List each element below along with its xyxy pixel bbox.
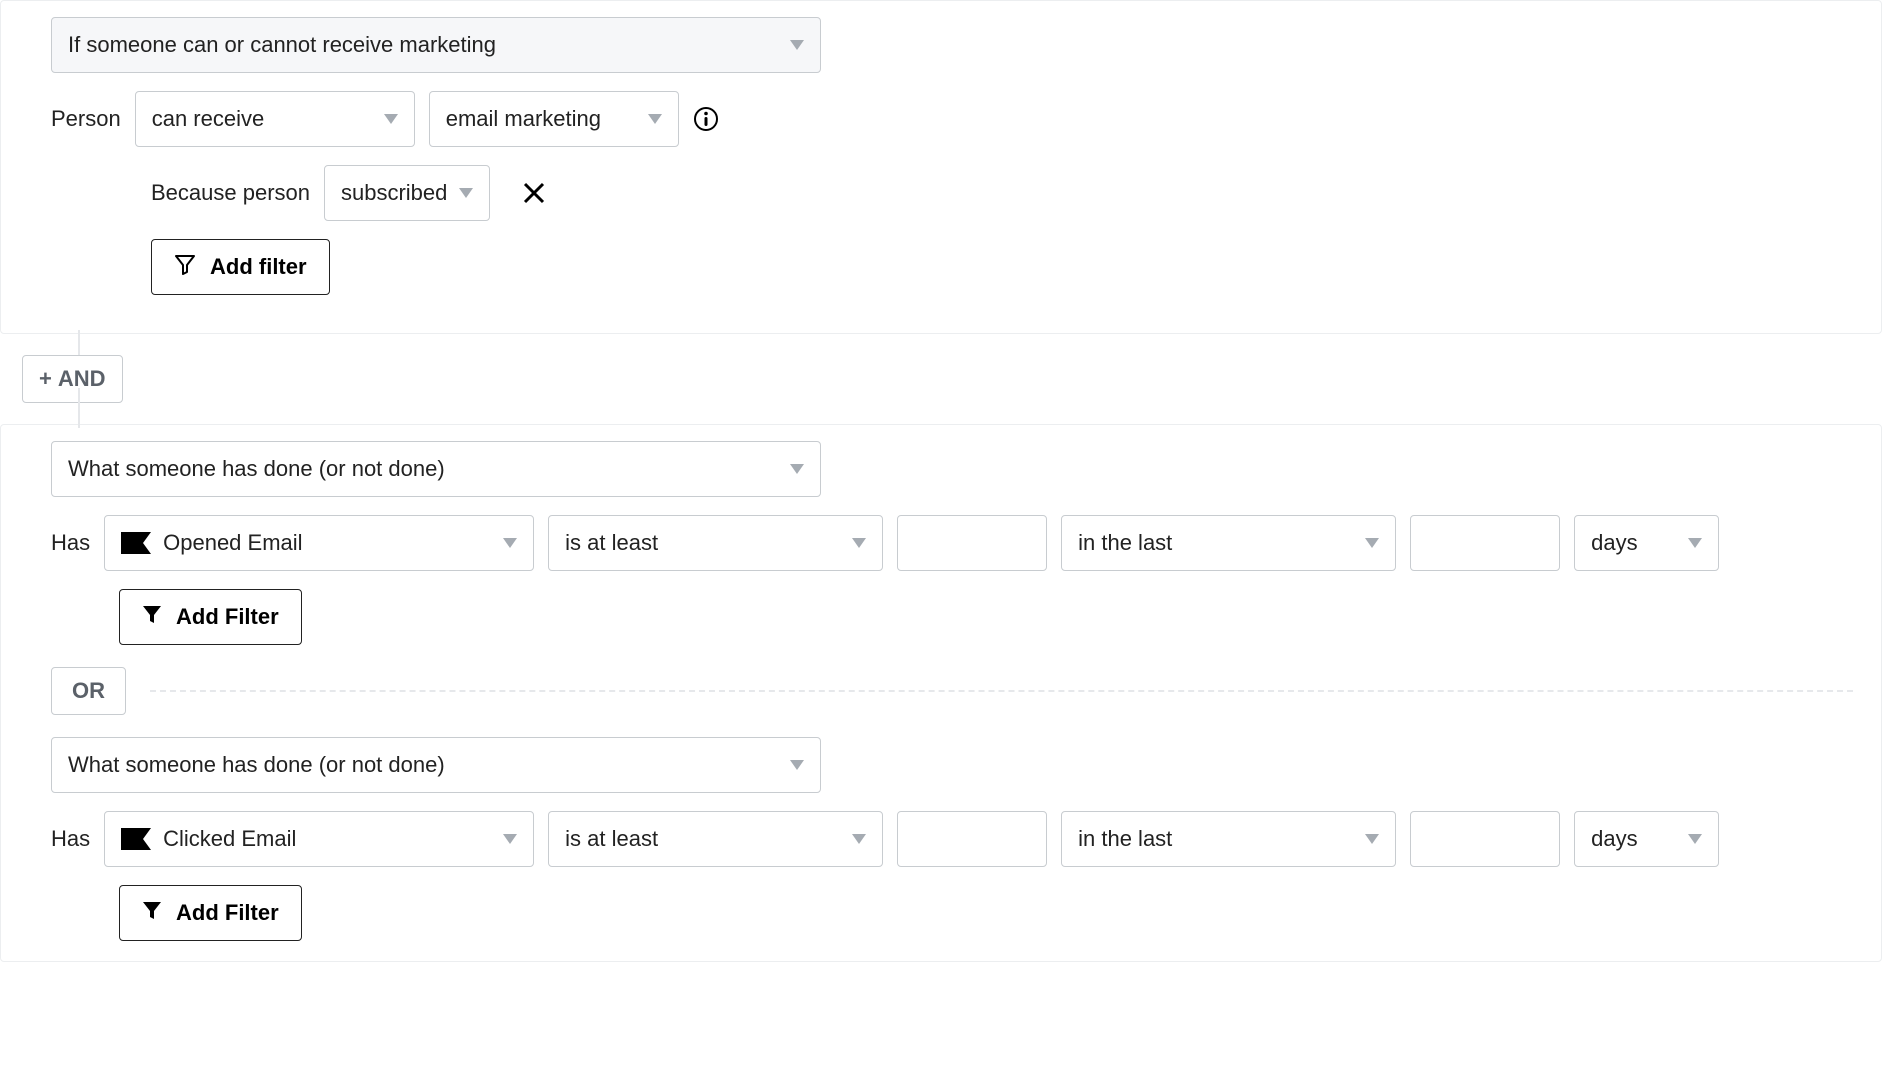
add-filter-label: Add Filter	[176, 604, 279, 630]
can-receive-select[interactable]: can receive	[135, 91, 415, 147]
event-select[interactable]: Opened Email	[104, 515, 534, 571]
count-input[interactable]	[897, 811, 1047, 867]
filter-icon	[174, 253, 196, 281]
event-label: Opened Email	[163, 530, 302, 556]
and-connector: + AND	[0, 334, 1882, 424]
add-filter-button[interactable]: Add Filter	[119, 885, 302, 941]
chevron-down-icon	[790, 760, 804, 770]
timeframe-select[interactable]: in the last	[1061, 811, 1396, 867]
chevron-down-icon	[503, 538, 517, 548]
filter-block-marketing: If someone can or cannot receive marketi…	[0, 0, 1882, 334]
chevron-down-icon	[503, 834, 517, 844]
info-icon[interactable]	[693, 106, 719, 132]
timeframe-select[interactable]: in the last	[1061, 515, 1396, 571]
chevron-down-icon	[1688, 538, 1702, 548]
chevron-down-icon	[384, 114, 398, 124]
or-connector: OR	[51, 667, 1853, 715]
condition-type-select[interactable]: If someone can or cannot receive marketi…	[51, 17, 821, 73]
or-label: OR	[72, 678, 105, 703]
condition-type-select[interactable]: What someone has done (or not done)	[51, 441, 821, 497]
plus-icon: +	[39, 366, 52, 392]
chevron-down-icon	[1688, 834, 1702, 844]
condition-type-select[interactable]: What someone has done (or not done)	[51, 737, 821, 793]
channel-label: email marketing	[446, 106, 601, 132]
dashed-line	[150, 690, 1853, 692]
filter-icon	[142, 900, 162, 926]
event-select[interactable]: Clicked Email	[104, 811, 534, 867]
connector-line	[78, 388, 80, 428]
count-input[interactable]	[897, 515, 1047, 571]
duration-input[interactable]	[1410, 811, 1560, 867]
person-label: Person	[51, 106, 121, 132]
reason-select[interactable]: subscribed	[324, 165, 490, 221]
chevron-down-icon	[852, 538, 866, 548]
chevron-down-icon	[1365, 834, 1379, 844]
because-person-label: Because person	[151, 180, 310, 206]
has-label: Has	[51, 530, 90, 556]
event-label: Clicked Email	[163, 826, 296, 852]
add-filter-button[interactable]: Add filter	[151, 239, 330, 295]
comparator-select[interactable]: is at least	[548, 811, 883, 867]
condition-type-label: What someone has done (or not done)	[68, 752, 445, 778]
comparator-label: is at least	[565, 826, 658, 852]
flag-icon	[121, 532, 151, 554]
add-filter-label: Add filter	[210, 254, 307, 280]
reason-label: subscribed	[341, 180, 447, 206]
unit-label: days	[1591, 826, 1637, 852]
flag-icon	[121, 828, 151, 850]
unit-select[interactable]: days	[1574, 515, 1719, 571]
has-label: Has	[51, 826, 90, 852]
timeframe-label: in the last	[1078, 826, 1172, 852]
channel-select[interactable]: email marketing	[429, 91, 679, 147]
and-button[interactable]: + AND	[22, 355, 123, 403]
comparator-select[interactable]: is at least	[548, 515, 883, 571]
chevron-down-icon	[459, 188, 473, 198]
can-receive-label: can receive	[152, 106, 265, 132]
chevron-down-icon	[648, 114, 662, 124]
or-badge[interactable]: OR	[51, 667, 126, 715]
filter-icon	[142, 604, 162, 630]
duration-input[interactable]	[1410, 515, 1560, 571]
add-filter-button[interactable]: Add Filter	[119, 589, 302, 645]
and-label: AND	[58, 366, 106, 392]
condition-type-label: What someone has done (or not done)	[68, 456, 445, 482]
chevron-down-icon	[790, 464, 804, 474]
chevron-down-icon	[790, 40, 804, 50]
unit-select[interactable]: days	[1574, 811, 1719, 867]
chevron-down-icon	[852, 834, 866, 844]
chevron-down-icon	[1365, 538, 1379, 548]
add-filter-label: Add Filter	[176, 900, 279, 926]
timeframe-label: in the last	[1078, 530, 1172, 556]
close-icon[interactable]	[522, 181, 546, 205]
comparator-label: is at least	[565, 530, 658, 556]
filter-block-activity: What someone has done (or not done) Has …	[0, 424, 1882, 962]
unit-label: days	[1591, 530, 1637, 556]
condition-type-label: If someone can or cannot receive marketi…	[68, 32, 496, 58]
